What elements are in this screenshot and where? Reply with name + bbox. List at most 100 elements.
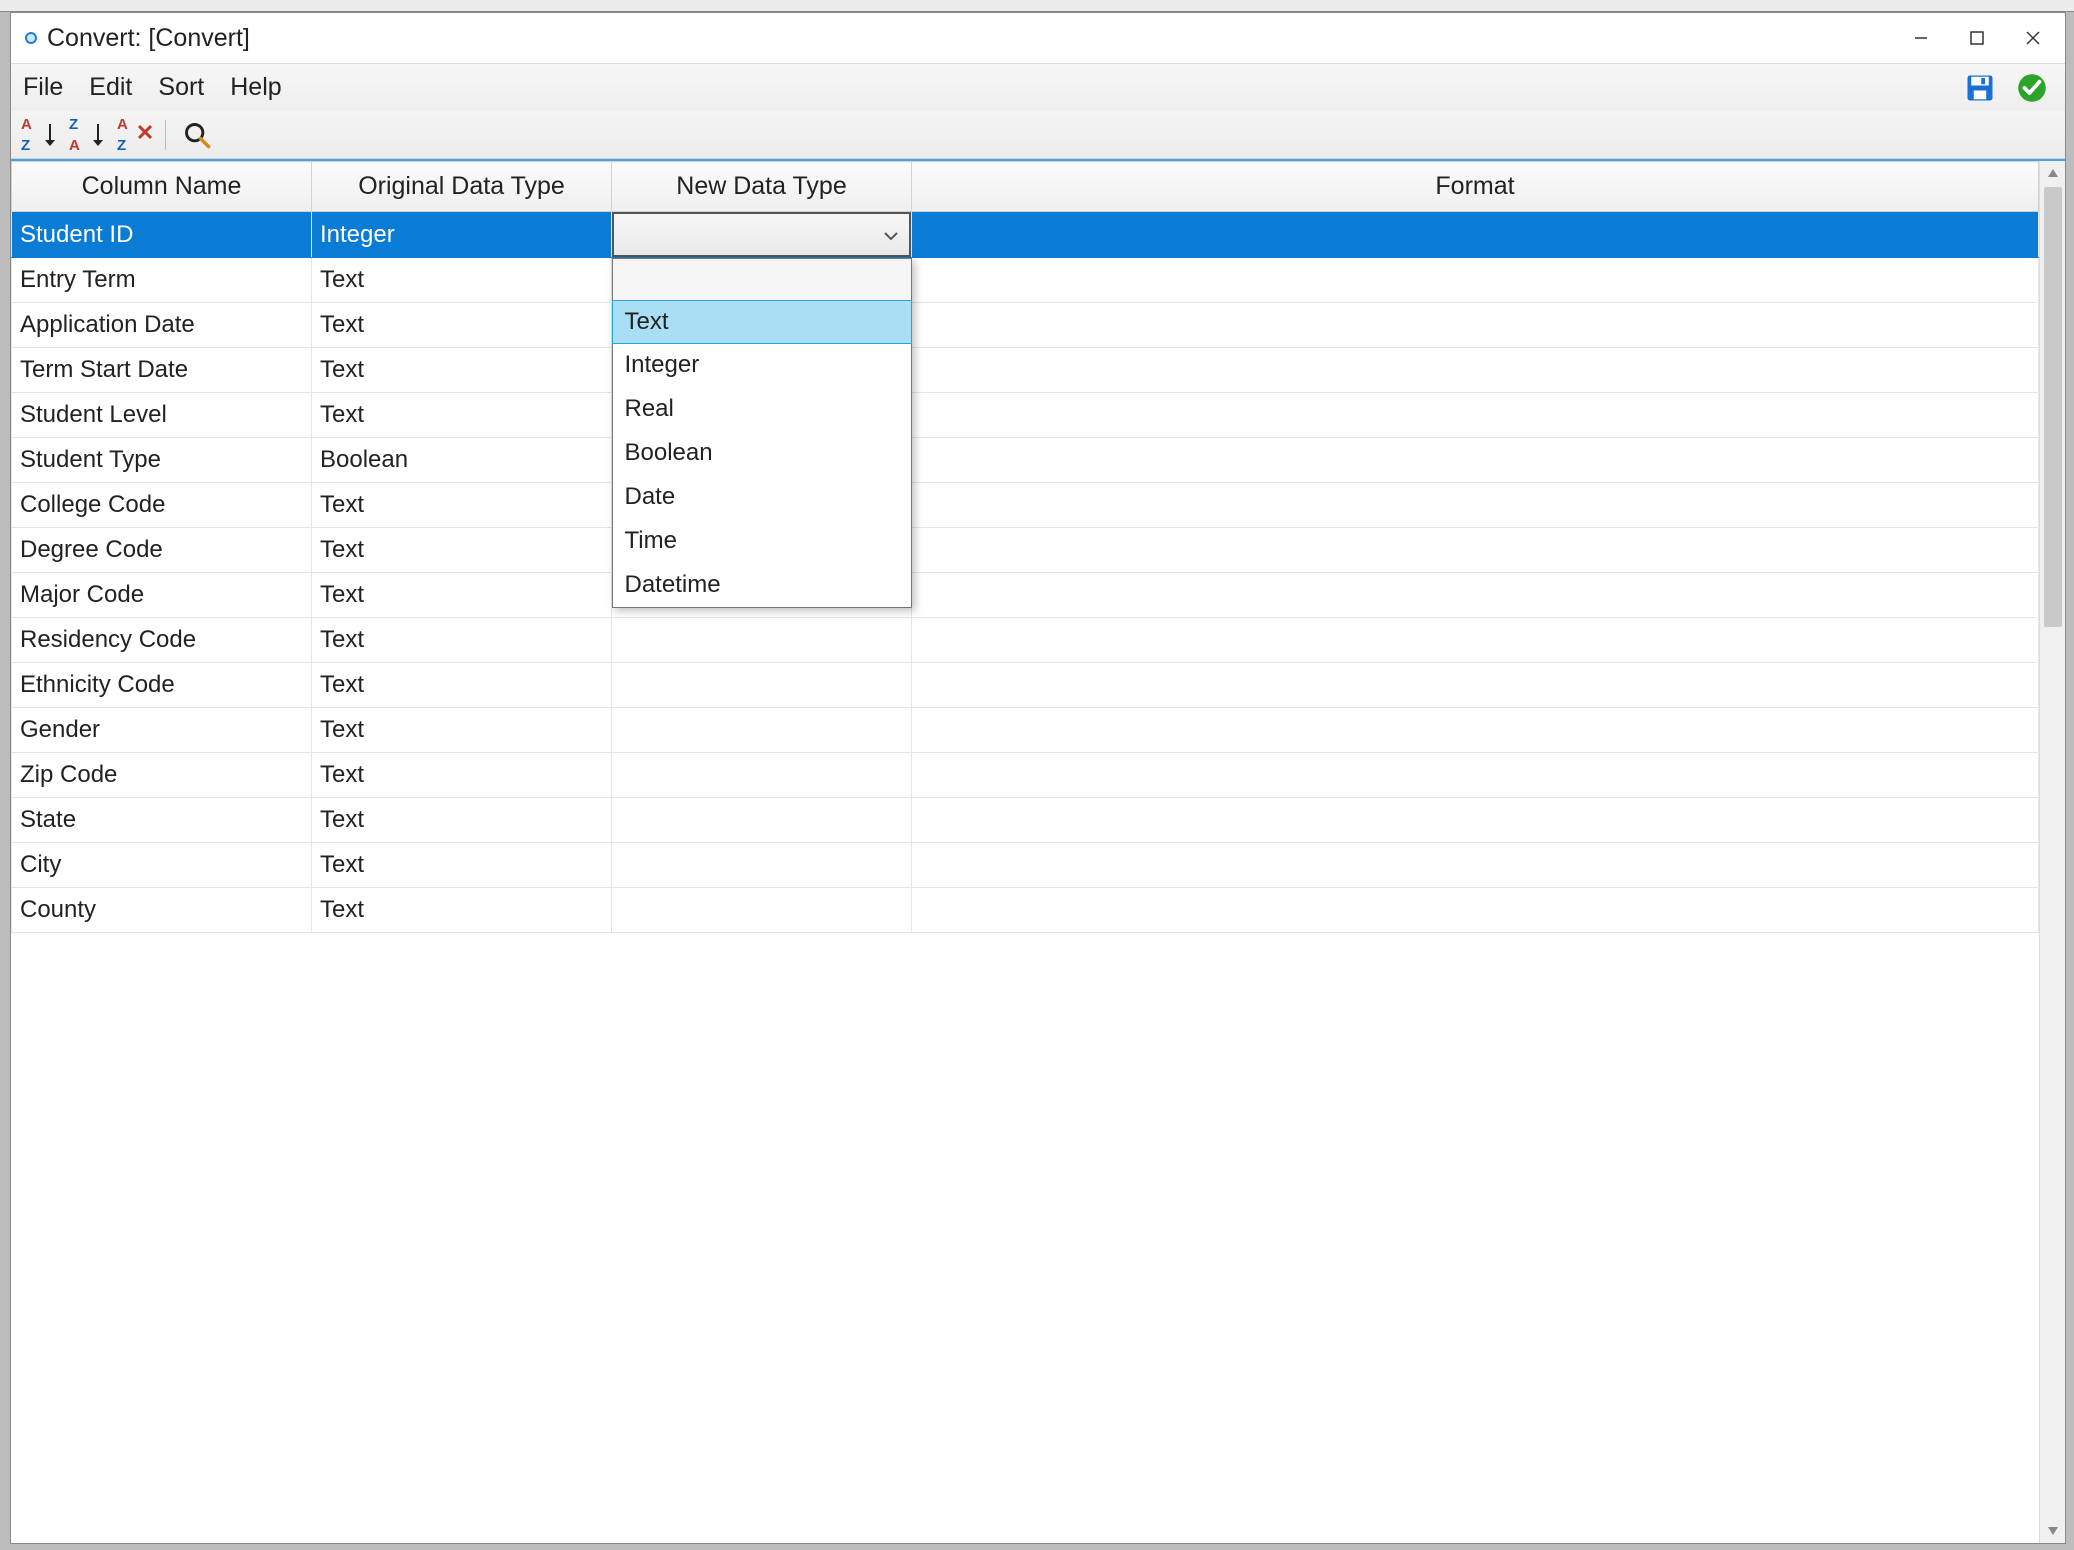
dropdown-option-blank[interactable]	[613, 259, 911, 301]
maximize-button[interactable]	[1949, 19, 2005, 57]
cell-column-name[interactable]: Ethnicity Code	[12, 663, 312, 708]
cell-format[interactable]	[912, 212, 2039, 258]
table-row[interactable]: College CodeText	[12, 483, 2039, 528]
table-row[interactable]: StateText	[12, 798, 2039, 843]
cell-original-type[interactable]: Text	[312, 258, 612, 303]
cell-column-name[interactable]: Residency Code	[12, 618, 312, 663]
cell-format[interactable]	[912, 258, 2039, 303]
cell-format[interactable]	[912, 483, 2039, 528]
cell-original-type[interactable]: Text	[312, 708, 612, 753]
new-type-dropdown[interactable]: TextIntegerRealBooleanDateTimeDatetime	[612, 258, 912, 608]
cell-original-type[interactable]: Text	[312, 888, 612, 933]
table-row[interactable]: Student IDInteger	[12, 212, 2039, 258]
save-button[interactable]	[1959, 69, 2001, 107]
scroll-down-icon[interactable]	[2040, 1519, 2066, 1543]
scroll-thumb[interactable]	[2044, 187, 2062, 627]
cell-column-name[interactable]: Degree Code	[12, 528, 312, 573]
cell-format[interactable]	[912, 393, 2039, 438]
cell-column-name[interactable]: Term Start Date	[12, 348, 312, 393]
cell-column-name[interactable]: Student ID	[12, 212, 312, 258]
table-row[interactable]: CityText	[12, 843, 2039, 888]
menu-edit[interactable]: Edit	[89, 73, 132, 102]
clear-sort-button[interactable]: A Z	[113, 116, 155, 154]
cell-format[interactable]	[912, 618, 2039, 663]
scroll-up-icon[interactable]	[2040, 161, 2066, 185]
sort-ascending-button[interactable]: A Z	[17, 116, 59, 154]
dropdown-option-integer[interactable]: Integer	[613, 343, 911, 387]
table-row[interactable]: Application DateText	[12, 303, 2039, 348]
menu-sort[interactable]: Sort	[158, 73, 204, 102]
table-row[interactable]: GenderText	[12, 708, 2039, 753]
sort-descending-button[interactable]: Z A	[65, 116, 107, 154]
cell-column-name[interactable]: Student Level	[12, 393, 312, 438]
cell-original-type[interactable]: Text	[312, 528, 612, 573]
vertical-scrollbar[interactable]	[2039, 161, 2065, 1543]
cell-column-name[interactable]: Application Date	[12, 303, 312, 348]
cell-original-type[interactable]: Text	[312, 303, 612, 348]
cell-format[interactable]	[912, 528, 2039, 573]
cell-new-type[interactable]	[612, 708, 912, 753]
table-row[interactable]: Term Start DateText	[12, 348, 2039, 393]
cell-original-type[interactable]: Text	[312, 348, 612, 393]
table-row[interactable]: Entry TermText	[12, 258, 2039, 303]
cell-format[interactable]	[912, 708, 2039, 753]
cell-column-name[interactable]: State	[12, 798, 312, 843]
cell-original-type[interactable]: Text	[312, 393, 612, 438]
cell-original-type[interactable]: Text	[312, 843, 612, 888]
table-row[interactable]: Student TypeBoolean	[12, 438, 2039, 483]
cell-column-name[interactable]: County	[12, 888, 312, 933]
cell-new-type[interactable]	[612, 212, 912, 258]
cell-column-name[interactable]: College Code	[12, 483, 312, 528]
minimize-button[interactable]	[1893, 19, 1949, 57]
ok-button[interactable]	[2011, 69, 2053, 107]
header-new-type[interactable]: New Data Type	[612, 162, 912, 212]
table-row[interactable]: Residency CodeText	[12, 618, 2039, 663]
dropdown-option-datetime[interactable]: Datetime	[613, 563, 911, 607]
cell-new-type[interactable]	[612, 798, 912, 843]
header-format[interactable]: Format	[912, 162, 2039, 212]
menu-file[interactable]: File	[23, 73, 63, 102]
header-column-name[interactable]: Column Name	[12, 162, 312, 212]
cell-format[interactable]	[912, 573, 2039, 618]
cell-new-type[interactable]	[612, 888, 912, 933]
cell-column-name[interactable]: Student Type	[12, 438, 312, 483]
dropdown-option-real[interactable]: Real	[613, 387, 911, 431]
cell-new-type[interactable]	[612, 843, 912, 888]
cell-original-type[interactable]: Text	[312, 618, 612, 663]
search-button[interactable]	[176, 116, 218, 154]
cell-original-type[interactable]: Boolean	[312, 438, 612, 483]
cell-column-name[interactable]: Zip Code	[12, 753, 312, 798]
cell-new-type[interactable]	[612, 663, 912, 708]
cell-format[interactable]	[912, 753, 2039, 798]
dropdown-option-date[interactable]: Date	[613, 475, 911, 519]
cell-original-type[interactable]: Text	[312, 483, 612, 528]
cell-format[interactable]	[912, 798, 2039, 843]
close-button[interactable]	[2005, 19, 2061, 57]
cell-column-name[interactable]: City	[12, 843, 312, 888]
cell-original-type[interactable]: Text	[312, 663, 612, 708]
cell-format[interactable]	[912, 888, 2039, 933]
header-original-type[interactable]: Original Data Type	[312, 162, 612, 212]
cell-original-type[interactable]: Integer	[312, 212, 612, 258]
table-row[interactable]: Major CodeText	[12, 573, 2039, 618]
cell-format[interactable]	[912, 843, 2039, 888]
cell-original-type[interactable]: Text	[312, 573, 612, 618]
cell-format[interactable]	[912, 348, 2039, 393]
cell-format[interactable]	[912, 663, 2039, 708]
table-row[interactable]: Zip CodeText	[12, 753, 2039, 798]
cell-original-type[interactable]: Text	[312, 753, 612, 798]
cell-original-type[interactable]: Text	[312, 798, 612, 843]
table-row[interactable]: Ethnicity CodeText	[12, 663, 2039, 708]
cell-column-name[interactable]: Entry Term	[12, 258, 312, 303]
dropdown-option-boolean[interactable]: Boolean	[613, 431, 911, 475]
cell-column-name[interactable]: Major Code	[12, 573, 312, 618]
cell-format[interactable]	[912, 303, 2039, 348]
cell-new-type[interactable]	[612, 753, 912, 798]
cell-column-name[interactable]: Gender	[12, 708, 312, 753]
dropdown-option-time[interactable]: Time	[613, 519, 911, 563]
table-row[interactable]: CountyText	[12, 888, 2039, 933]
cell-format[interactable]	[912, 438, 2039, 483]
dropdown-option-text[interactable]: Text	[612, 300, 912, 344]
new-type-combo[interactable]	[612, 212, 911, 257]
table-row[interactable]: Degree CodeText	[12, 528, 2039, 573]
